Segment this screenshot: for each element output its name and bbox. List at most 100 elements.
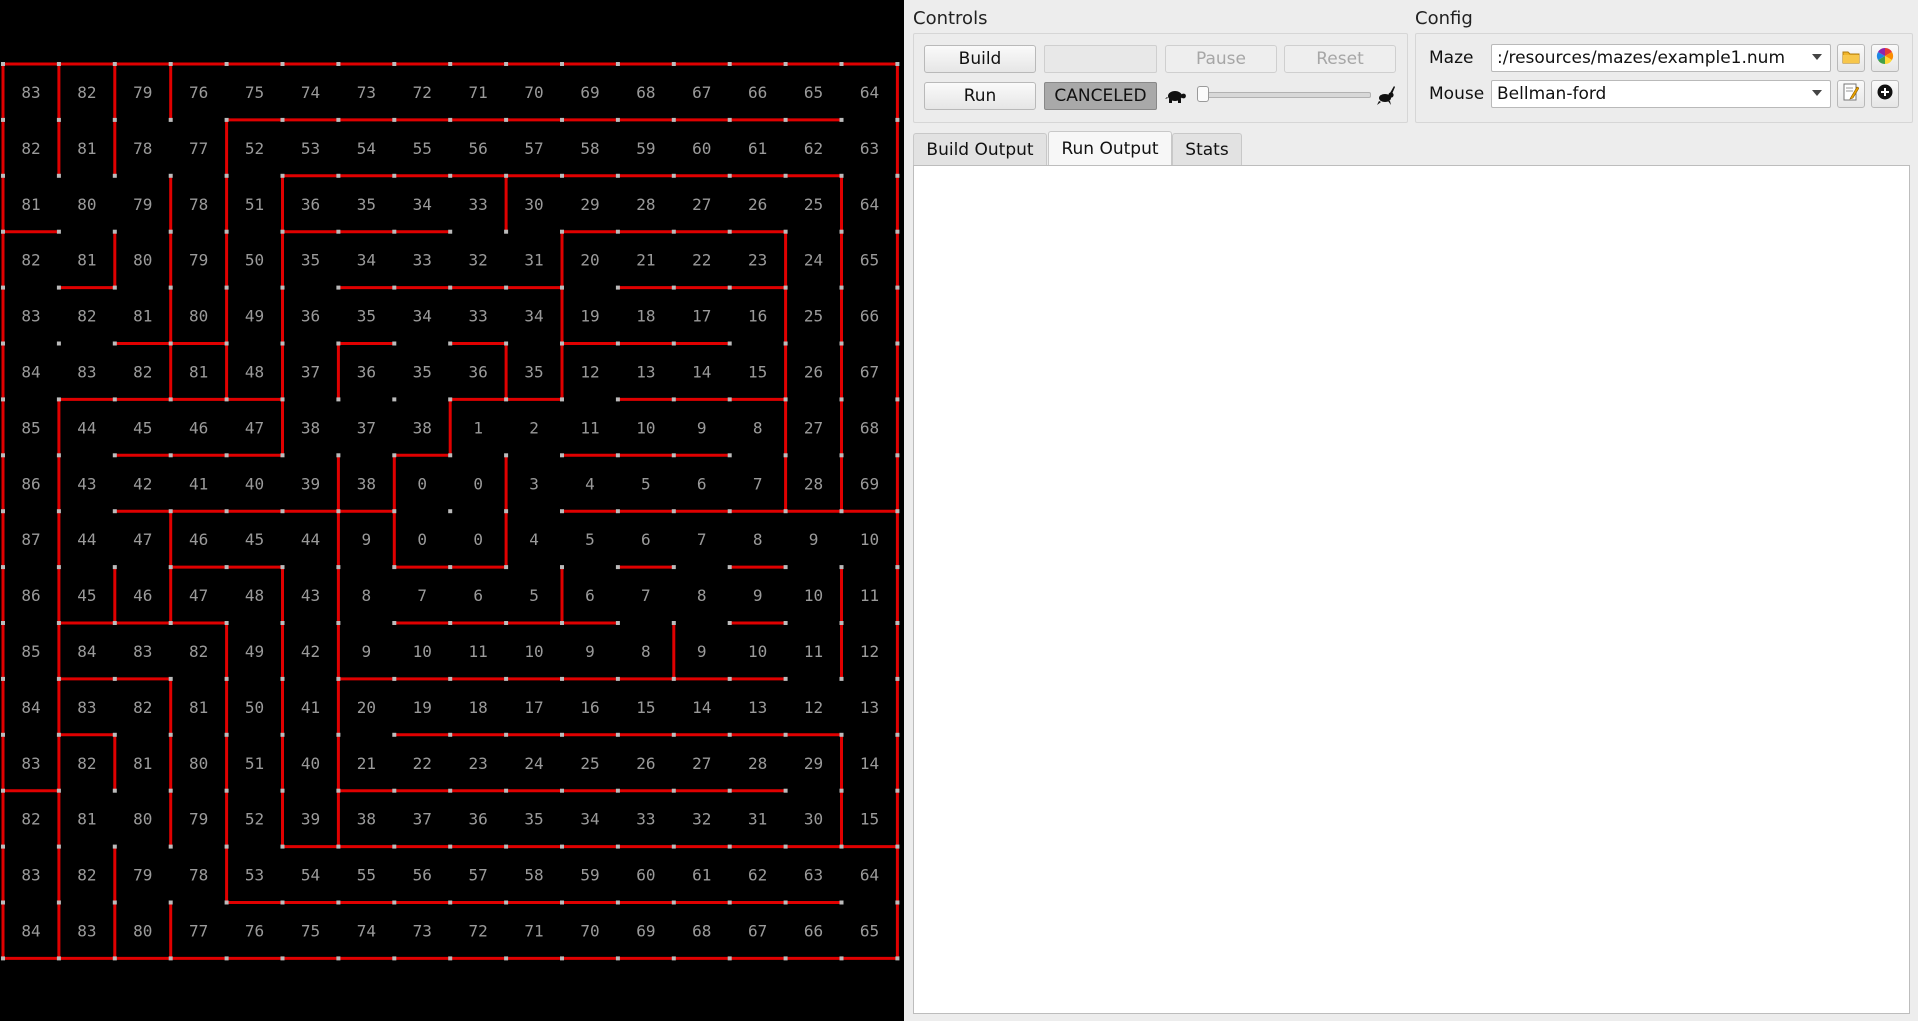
maze-cell-distance: 66	[748, 83, 767, 102]
maze-post	[112, 676, 117, 681]
maze-post	[839, 565, 844, 570]
maze-cell-distance: 7	[417, 586, 427, 605]
reset-button[interactable]: Reset	[1284, 45, 1396, 73]
maze-cell-distance: 62	[804, 139, 823, 158]
maze-cell-distance: 63	[860, 139, 879, 158]
maze-post	[504, 621, 509, 625]
maze-post	[615, 285, 620, 290]
maze-cell-distance: 82	[77, 754, 96, 773]
add-mouse-button[interactable]	[1871, 80, 1899, 108]
maze-cell-distance: 28	[748, 754, 767, 773]
maze-cell-distance: 53	[245, 866, 264, 885]
maze-cell-distance: 35	[357, 307, 376, 326]
maze-post	[504, 956, 509, 961]
maze-post	[392, 509, 397, 514]
tab-stats[interactable]: Stats	[1172, 133, 1242, 165]
edit-mouse-button[interactable]	[1837, 80, 1865, 108]
maze-post	[448, 173, 453, 178]
maze-cell-distance: 81	[21, 195, 40, 214]
maze-post	[615, 397, 620, 402]
maze-cell-distance: 9	[585, 642, 595, 661]
maze-post	[56, 341, 61, 346]
maze-cell-distance: 64	[860, 195, 879, 214]
maze-post	[1, 844, 5, 849]
maze-post	[224, 117, 229, 122]
maze-cell-distance: 75	[301, 921, 320, 940]
maze-post	[615, 341, 620, 346]
maze-cell-distance: 76	[189, 83, 208, 102]
maze-cell-distance: 12	[860, 642, 879, 661]
maze-post	[224, 676, 229, 681]
maze-post	[336, 173, 341, 178]
run-button[interactable]: Run	[924, 82, 1036, 110]
maze-cell-distance: 75	[245, 83, 264, 102]
speed-slider-track[interactable]	[1197, 92, 1371, 98]
maze-post	[671, 509, 676, 514]
maze-cell-distance: 33	[469, 307, 488, 326]
tab-run-output[interactable]: Run Output	[1048, 131, 1172, 165]
maze-cell-distance: 73	[413, 921, 432, 940]
maze-post	[504, 173, 509, 178]
maze-select[interactable]: :/resources/mazes/example1.num	[1491, 44, 1831, 72]
maze-post	[1, 509, 5, 514]
maze-post	[224, 62, 229, 66]
maze-cell-distance: 8	[697, 586, 707, 605]
maze-post	[560, 900, 564, 905]
maze-post	[615, 900, 620, 905]
maze-post	[560, 285, 564, 290]
maze-post	[560, 229, 564, 234]
maze-post	[392, 565, 397, 570]
maze-post	[560, 565, 564, 570]
maze-cell-distance: 9	[362, 642, 372, 661]
maze-cell-distance: 57	[469, 866, 488, 885]
maze-post	[783, 341, 788, 346]
maze-post	[504, 844, 509, 849]
maze-cell-distance: 35	[524, 810, 543, 829]
mouse-select[interactable]: Bellman-ford	[1491, 80, 1831, 108]
maze-colors-button[interactable]	[1871, 44, 1899, 72]
maze-post	[280, 676, 285, 681]
maze-post	[560, 117, 564, 122]
maze-cell-distance: 68	[860, 418, 879, 437]
maze-post	[56, 173, 61, 178]
tab-build-output[interactable]: Build Output	[913, 133, 1047, 165]
maze-cell-distance: 66	[860, 307, 879, 326]
maze-cell-distance: 16	[580, 698, 599, 717]
maze-cell-distance: 77	[189, 139, 208, 158]
maze-cell-distance: 83	[21, 866, 40, 885]
run-output-area[interactable]	[913, 165, 1910, 1014]
maze-post	[280, 788, 285, 793]
open-maze-button[interactable]	[1837, 44, 1865, 72]
maze-post	[336, 453, 341, 458]
maze-post	[839, 956, 844, 961]
pause-button[interactable]: Pause	[1165, 45, 1277, 73]
maze-post	[336, 676, 341, 681]
maze-cell-distance: 71	[469, 83, 488, 102]
color-wheel-icon	[1876, 47, 1894, 69]
maze-cell-distance: 83	[77, 698, 96, 717]
maze-cell-distance: 80	[189, 754, 208, 773]
build-button[interactable]: Build	[924, 45, 1036, 73]
speed-slider-handle[interactable]	[1197, 86, 1209, 102]
maze-cell-distance: 55	[357, 866, 376, 885]
maze-cell-distance: 33	[413, 251, 432, 270]
maze-post	[224, 732, 229, 737]
maze-cell-distance: 82	[189, 642, 208, 661]
maze-cell-distance: 5	[529, 586, 539, 605]
maze-post	[671, 788, 676, 793]
add-icon	[1877, 84, 1893, 104]
maze-post	[392, 62, 397, 66]
config-title: Config	[1415, 8, 1473, 29]
maze-cell-distance: 74	[357, 921, 376, 940]
maze-cell-distance: 80	[189, 307, 208, 326]
maze-post	[112, 453, 117, 458]
maze-post	[671, 173, 676, 178]
maze-post	[560, 844, 564, 849]
maze-post	[1, 117, 5, 122]
maze-cell-distance: 9	[753, 586, 763, 605]
maze-cell-distance: 8	[641, 642, 651, 661]
maze-cell-distance: 11	[469, 642, 488, 661]
maze-post	[839, 285, 844, 290]
maze-cell-distance: 64	[860, 83, 879, 102]
maze-post	[783, 173, 788, 178]
